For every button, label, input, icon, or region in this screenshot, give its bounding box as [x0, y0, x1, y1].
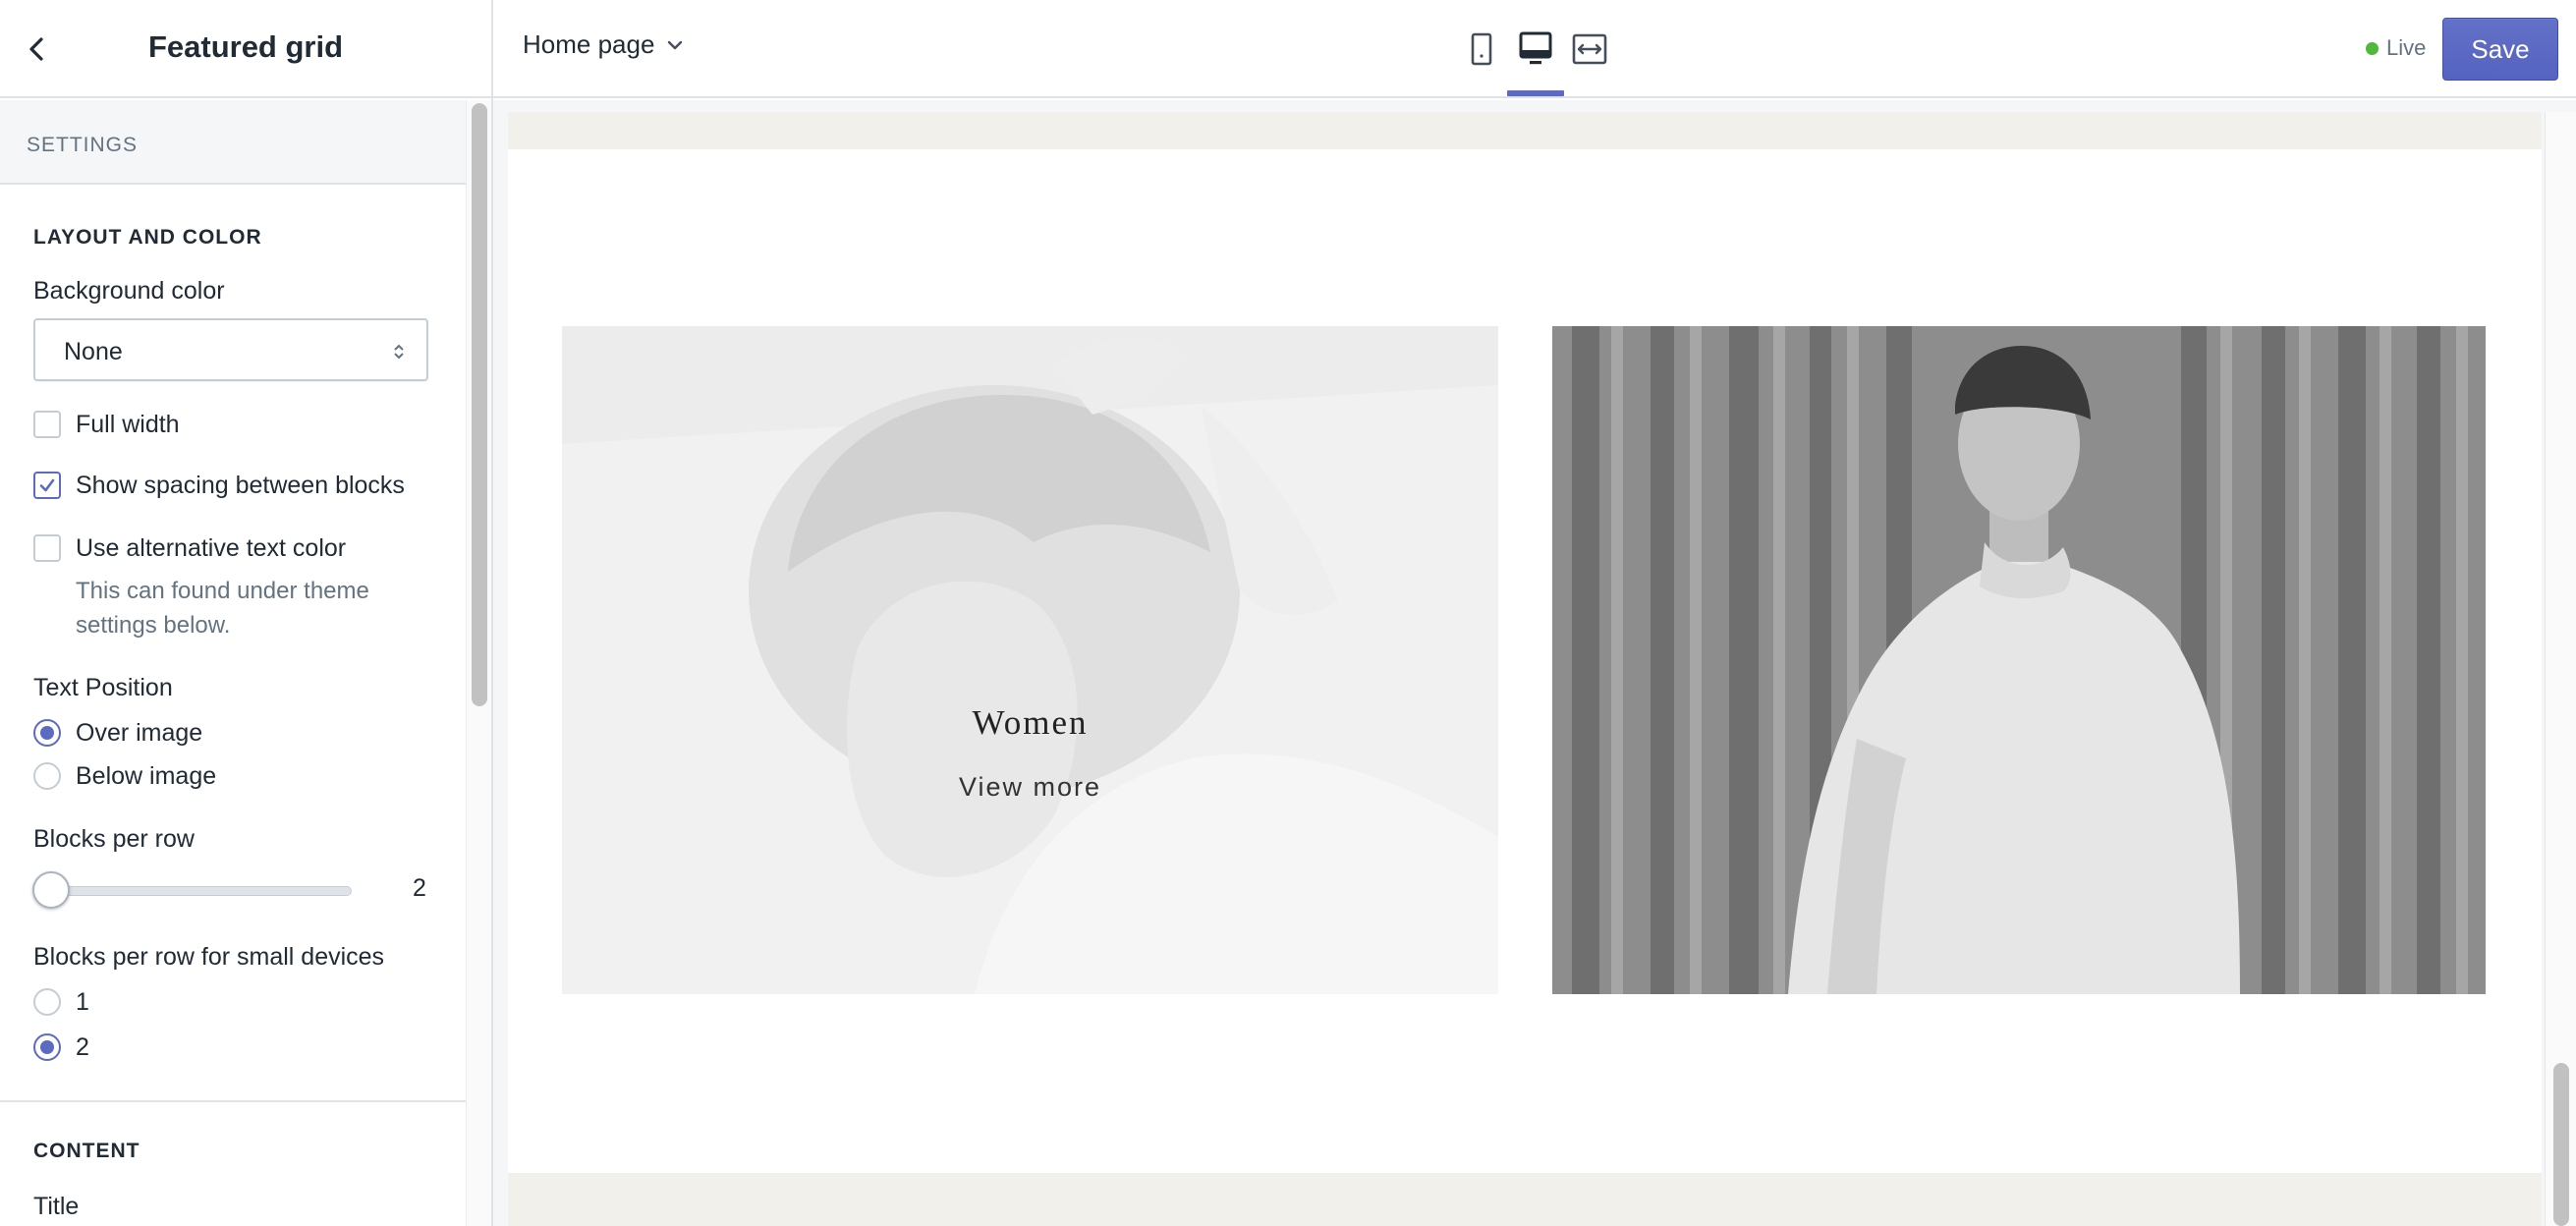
mobile-icon — [1471, 32, 1492, 66]
page-selector-label: Home page — [523, 29, 655, 59]
background-color-label: Background color — [33, 277, 225, 305]
mobile-view-button[interactable] — [1460, 28, 1503, 71]
content-section-heading: CONTENT — [33, 1140, 140, 1162]
text-position-below-label: Below image — [76, 761, 217, 790]
featured-block-men[interactable] — [1552, 326, 2486, 994]
text-position-over-label: Over image — [76, 718, 203, 747]
full-width-label: Full width — [76, 410, 180, 438]
text-position-over-radio[interactable] — [33, 719, 61, 747]
preview-scrollbar-thumb[interactable] — [2553, 1063, 2569, 1226]
background-color-value: None — [64, 338, 123, 365]
live-status-dot — [2366, 41, 2379, 55]
preview-section-divider-top — [508, 112, 2542, 149]
blocks-per-row-slider[interactable] — [47, 886, 352, 896]
settings-heading: SETTINGS — [0, 100, 466, 185]
women-view-more-link[interactable]: View more — [562, 772, 1498, 803]
chevron-down-icon — [668, 40, 683, 49]
sidebar-header: Featured grid — [0, 0, 491, 98]
alt-text-color-help: This can found under theme settings belo… — [76, 578, 369, 639]
background-color-select[interactable]: None — [33, 318, 428, 381]
live-status-label: Live — [2386, 35, 2427, 60]
text-position-label: Text Position — [33, 674, 173, 701]
section-title: Featured grid — [147, 29, 344, 64]
select-arrows-icon — [394, 344, 404, 360]
blocks-small-label: Blocks per row for small devices — [33, 943, 385, 971]
storefront-preview: Women View more — [508, 112, 2542, 1226]
sidebar-scrollbar[interactable] — [466, 100, 491, 1226]
section-divider — [0, 1100, 466, 1102]
women-block-title: Women — [972, 703, 1089, 742]
blocks-small-option-1[interactable]: 1 — [33, 986, 89, 1018]
show-spacing-checkbox[interactable] — [33, 472, 61, 499]
preview-scrollbar[interactable] — [2545, 112, 2576, 1226]
men-image — [1552, 326, 2486, 994]
desktop-view-button[interactable] — [1514, 28, 1557, 71]
alt-text-color-checkbox[interactable] — [33, 534, 61, 562]
sidebar-scrollbar-thumb[interactable] — [472, 103, 487, 706]
blocks-per-row-value: 2 — [413, 874, 426, 902]
blocks-per-row-label: Blocks per row — [33, 825, 195, 853]
layout-section-heading: LAYOUT AND COLOR — [33, 226, 262, 249]
blocks-small-label-1: 1 — [76, 987, 89, 1016]
text-position-below-option[interactable]: Below image — [33, 760, 216, 792]
chevron-left-icon — [29, 37, 43, 61]
preview-section-divider-bottom — [508, 1173, 2542, 1226]
desktop-icon — [1519, 31, 1552, 65]
title-field-label: Title — [33, 1193, 80, 1220]
sidebar: Featured grid SETTINGS LAYOUT AND COLOR … — [0, 0, 493, 1226]
featured-block-women[interactable]: Women View more — [562, 326, 1498, 994]
women-image — [562, 326, 1498, 994]
settings-panel: SETTINGS LAYOUT AND COLOR Background col… — [0, 100, 466, 1226]
full-width-checkbox[interactable] — [33, 411, 61, 438]
checkmark-icon — [39, 478, 55, 492]
blocks-small-option-2[interactable]: 2 — [33, 1031, 89, 1063]
blocks-small-radio-1[interactable] — [33, 988, 61, 1016]
text-position-over-option[interactable]: Over image — [33, 717, 202, 749]
blocks-small-radio-2[interactable] — [33, 1033, 61, 1061]
back-button[interactable] — [18, 29, 57, 69]
full-width-option[interactable]: Full width — [33, 409, 180, 440]
text-position-below-radio[interactable] — [33, 762, 61, 790]
fullscreen-view-button[interactable] — [1568, 28, 1611, 71]
active-device-indicator — [1507, 90, 1564, 96]
blocks-small-label-2: 2 — [76, 1032, 89, 1061]
live-status: Live — [2366, 35, 2426, 61]
fullscreen-icon — [1572, 33, 1607, 65]
blocks-per-row-slider-handle[interactable] — [32, 871, 70, 909]
top-bar: Home page Live Save — [493, 0, 2576, 98]
show-spacing-label: Show spacing between blocks — [76, 471, 405, 499]
show-spacing-option[interactable]: Show spacing between blocks — [33, 470, 405, 501]
save-button[interactable]: Save — [2442, 18, 2558, 81]
page-selector[interactable]: Home page — [523, 29, 686, 60]
alt-text-color-label: Use alternative text color — [76, 533, 347, 562]
alt-text-color-option[interactable]: Use alternative text color — [33, 532, 346, 564]
